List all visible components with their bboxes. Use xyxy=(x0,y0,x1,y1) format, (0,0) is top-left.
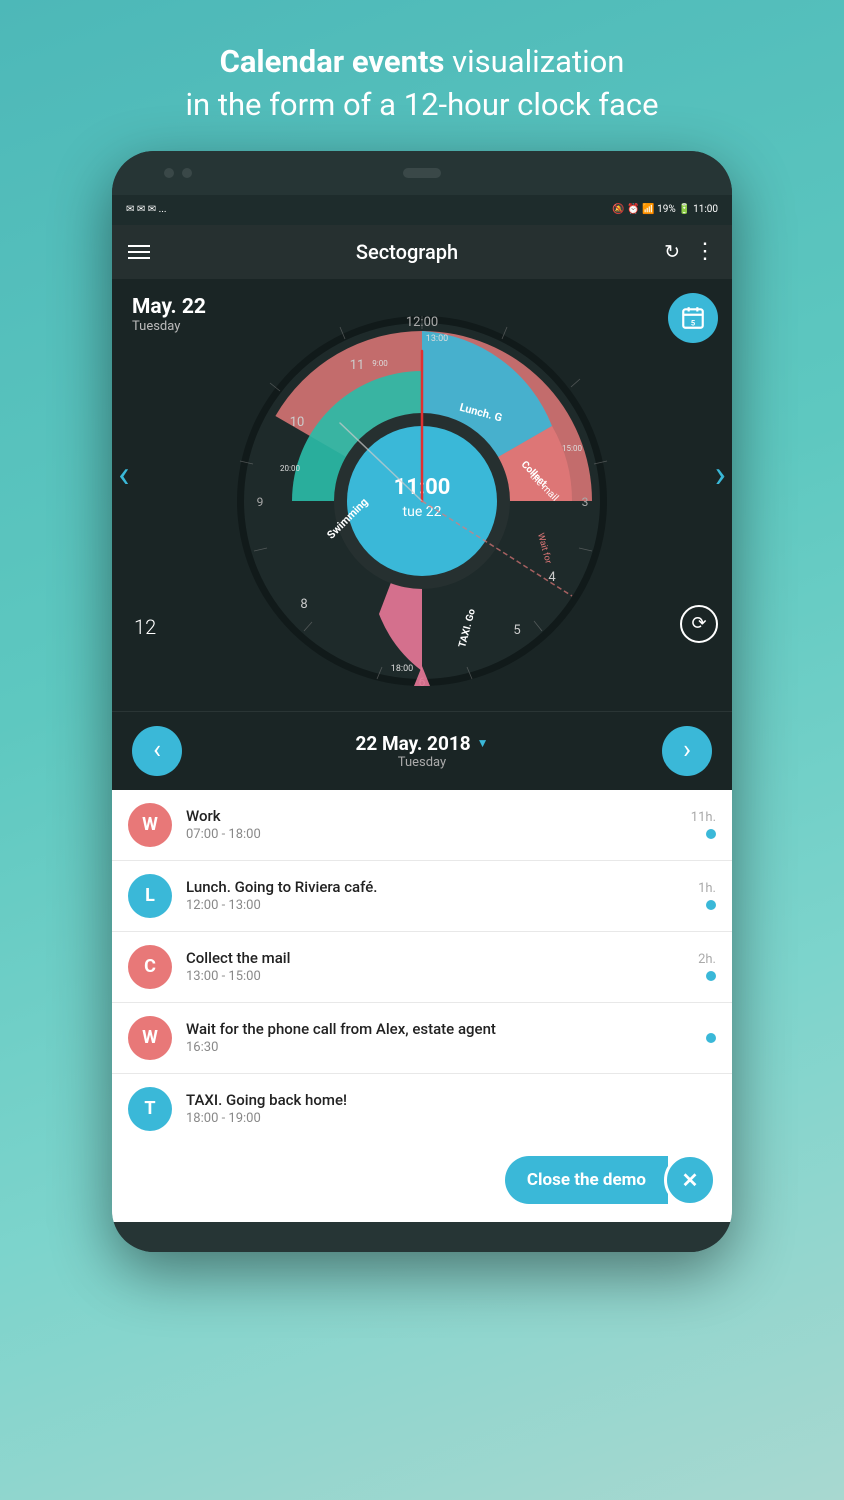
svg-text:18:00: 18:00 xyxy=(391,664,413,674)
status-right: 🔕 ⏰ 📶 19% 🔋 11:00 xyxy=(612,204,718,215)
close-demo-label: Close the demo xyxy=(527,1170,646,1190)
svg-text:20:00: 20:00 xyxy=(280,464,300,473)
event-item-lunch[interactable]: L Lunch. Going to Riviera café. 12:00 - … xyxy=(112,861,732,932)
event-duration-work: 11h. xyxy=(691,810,716,825)
avatar-lunch: L xyxy=(128,874,172,918)
header-line2: in the form of a 12-hour clock face xyxy=(185,83,658,126)
clock-display: // Will be generated inline - using stat… xyxy=(112,291,732,711)
avatar-wait: W xyxy=(128,1016,172,1060)
event-dot-lunch xyxy=(706,900,716,910)
header-bold: Calendar events xyxy=(220,43,445,80)
event-duration-lunch: 1h. xyxy=(698,881,716,896)
refresh-icon[interactable]: ↻ xyxy=(664,240,680,263)
next-button[interactable]: › xyxy=(662,726,712,776)
svg-text:tue 22: tue 22 xyxy=(403,504,442,520)
event-title-taxi: TAXI. Going back home! xyxy=(186,1091,716,1109)
app-title: Sectograph xyxy=(164,240,650,264)
clock-date: May. 22 xyxy=(132,295,206,319)
svg-text:11: 11 xyxy=(350,358,365,373)
svg-text:5: 5 xyxy=(513,623,520,638)
weekday-label: Tuesday xyxy=(355,755,488,770)
svg-text:5: 5 xyxy=(691,318,696,327)
date-navigation: ‹ 22 May. 2018 ▼ Tuesday › xyxy=(112,711,732,790)
event-time-collect: 13:00 - 15:00 xyxy=(186,969,684,984)
date-display: May. 22 Tuesday xyxy=(132,295,206,334)
phone-top-bar xyxy=(112,151,732,195)
page-header: Calendar events visualization in the for… xyxy=(125,0,718,151)
close-demo-button[interactable]: Close the demo xyxy=(505,1156,668,1204)
svg-text:13:00: 13:00 xyxy=(426,334,448,344)
event-item-work[interactable]: W Work 07:00 - 18:00 11h. xyxy=(112,790,732,861)
event-content-work: Work 07:00 - 18:00 xyxy=(186,807,677,842)
clock-number-12: 12 xyxy=(134,615,156,639)
avatar-collect: C xyxy=(128,945,172,989)
event-time-wait: 16:30 xyxy=(186,1040,692,1055)
close-demo-bar: Close the demo ✕ xyxy=(112,1144,732,1222)
event-dot-wait xyxy=(706,1033,716,1043)
clock-svg: // Will be generated inline - using stat… xyxy=(232,311,612,691)
avatar-work: W xyxy=(128,803,172,847)
event-time-work: 07:00 - 18:00 xyxy=(186,827,677,842)
event-dot-work xyxy=(706,829,716,839)
header-normal: visualization xyxy=(444,43,624,80)
history-icon-button[interactable]: ⟳ xyxy=(680,605,718,643)
event-item-taxi[interactable]: T TAXI. Going back home! 18:00 - 19:00 xyxy=(112,1074,732,1144)
event-meta-wait xyxy=(706,1033,716,1043)
event-title-collect: Collect the mail xyxy=(186,949,684,967)
date-center: 22 May. 2018 ▼ Tuesday xyxy=(355,732,488,770)
more-menu-icon[interactable]: ⋮ xyxy=(694,239,716,264)
phone-bottom xyxy=(112,1222,732,1252)
clock-section: May. 22 Tuesday 5 ‹ › 12 ⟳ xyxy=(112,279,732,711)
prev-button[interactable]: ‹ xyxy=(132,726,182,776)
event-time-lunch: 12:00 - 13:00 xyxy=(186,898,684,913)
svg-text:9:00: 9:00 xyxy=(372,359,388,368)
clock-day: Tuesday xyxy=(132,319,206,334)
event-item-collect[interactable]: C Collect the mail 13:00 - 15:00 2h. xyxy=(112,932,732,1003)
status-left: ✉ ✉ ✉ ... xyxy=(126,204,167,215)
event-duration-collect: 2h. xyxy=(698,952,716,967)
event-content-taxi: TAXI. Going back home! 18:00 - 19:00 xyxy=(186,1091,716,1126)
phone-speaker xyxy=(403,168,441,178)
next-day-arrow[interactable]: › xyxy=(715,453,726,497)
svg-text:15:00: 15:00 xyxy=(562,444,582,453)
event-time-taxi: 18:00 - 19:00 xyxy=(186,1111,716,1126)
close-x-icon: ✕ xyxy=(682,1168,699,1192)
event-item-wait[interactable]: W Wait for the phone call from Alex, est… xyxy=(112,1003,732,1074)
calendar-icon: 5 xyxy=(680,305,706,331)
event-title-lunch: Lunch. Going to Riviera café. xyxy=(186,878,684,896)
phone-dots xyxy=(164,168,192,178)
svg-text:3: 3 xyxy=(582,495,589,509)
svg-text:9: 9 xyxy=(257,495,264,509)
event-meta-work: 11h. xyxy=(691,810,716,839)
event-content-wait: Wait for the phone call from Alex, estat… xyxy=(186,1020,692,1055)
app-bar: Sectograph ↻ ⋮ xyxy=(112,225,732,279)
full-date: 22 May. 2018 xyxy=(355,732,470,755)
event-title-wait: Wait for the phone call from Alex, estat… xyxy=(186,1020,692,1038)
event-list: W Work 07:00 - 18:00 11h. L Lunch. Going… xyxy=(112,790,732,1222)
svg-text:8: 8 xyxy=(300,597,307,612)
svg-text:10: 10 xyxy=(290,415,305,430)
event-meta-collect: 2h. xyxy=(698,952,716,981)
close-demo-x-button[interactable]: ✕ xyxy=(664,1154,716,1206)
event-title-work: Work xyxy=(186,807,677,825)
hamburger-button[interactable] xyxy=(128,245,150,259)
event-content-lunch: Lunch. Going to Riviera café. 12:00 - 13… xyxy=(186,878,684,913)
status-bar: ✉ ✉ ✉ ... 🔕 ⏰ 📶 19% 🔋 11:00 xyxy=(112,195,732,225)
dropdown-arrow[interactable]: ▼ xyxy=(477,736,489,750)
avatar-taxi: T xyxy=(128,1087,172,1131)
calendar-icon-button[interactable]: 5 xyxy=(668,293,718,343)
event-content-collect: Collect the mail 13:00 - 15:00 xyxy=(186,949,684,984)
phone-shell: ✉ ✉ ✉ ... 🔕 ⏰ 📶 19% 🔋 11:00 Sectograph ↻… xyxy=(112,151,732,1252)
prev-day-arrow[interactable]: ‹ xyxy=(118,453,129,497)
event-meta-lunch: 1h. xyxy=(698,881,716,910)
event-dot-collect xyxy=(706,971,716,981)
